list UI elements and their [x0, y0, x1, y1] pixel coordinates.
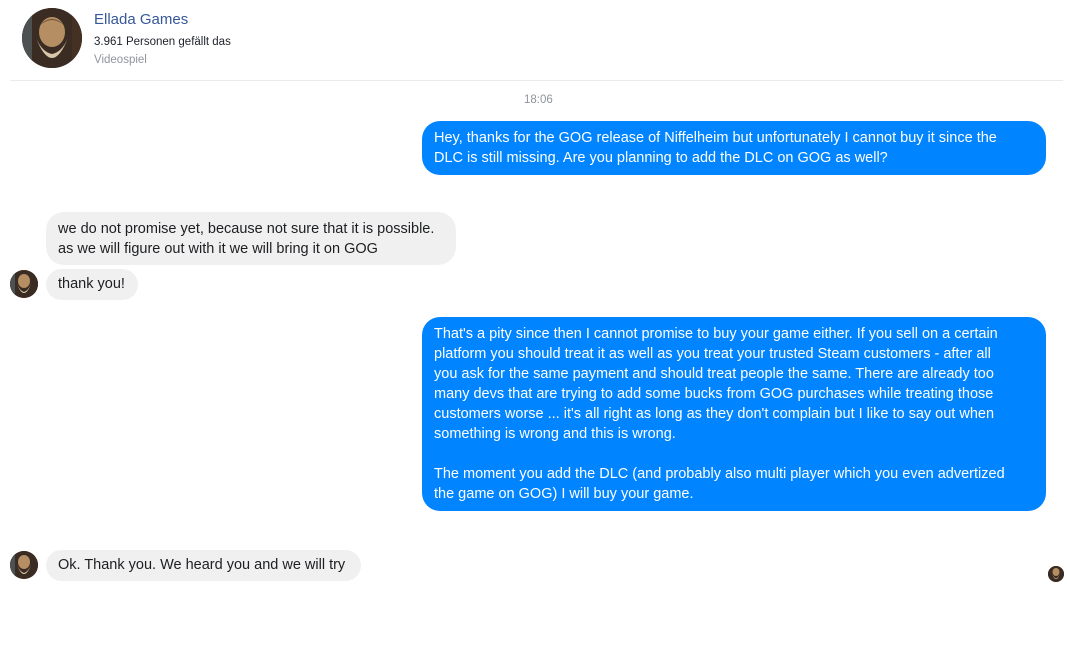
- message-bubble-incoming[interactable]: Ok. Thank you. We heard you and we will …: [46, 550, 361, 581]
- sender-avatar[interactable]: [10, 270, 38, 298]
- page-name[interactable]: Ellada Games: [94, 11, 188, 28]
- message-bubble-outgoing[interactable]: Hey, thanks for the GOG release of Niffe…: [422, 121, 1046, 175]
- bearded-warrior-avatar-icon: [1048, 566, 1064, 582]
- message-bubble-outgoing[interactable]: That's a pity since then I cannot promis…: [422, 317, 1046, 511]
- page-avatar[interactable]: [22, 8, 82, 68]
- bearded-warrior-avatar-icon: [22, 8, 82, 68]
- seen-indicator-avatar: [1048, 566, 1064, 582]
- page-likes: 3.961 Personen gefällt das: [94, 36, 231, 48]
- sender-avatar[interactable]: [10, 551, 38, 579]
- page-category: Videospiel: [94, 54, 147, 66]
- header-divider: [10, 80, 1063, 81]
- message-timestamp: 18:06: [524, 94, 553, 106]
- bearded-warrior-avatar-icon: [10, 551, 38, 579]
- message-bubble-incoming[interactable]: thank you!: [46, 269, 138, 300]
- message-bubble-incoming[interactable]: we do not promise yet, because not sure …: [46, 212, 456, 265]
- bearded-warrior-avatar-icon: [10, 270, 38, 298]
